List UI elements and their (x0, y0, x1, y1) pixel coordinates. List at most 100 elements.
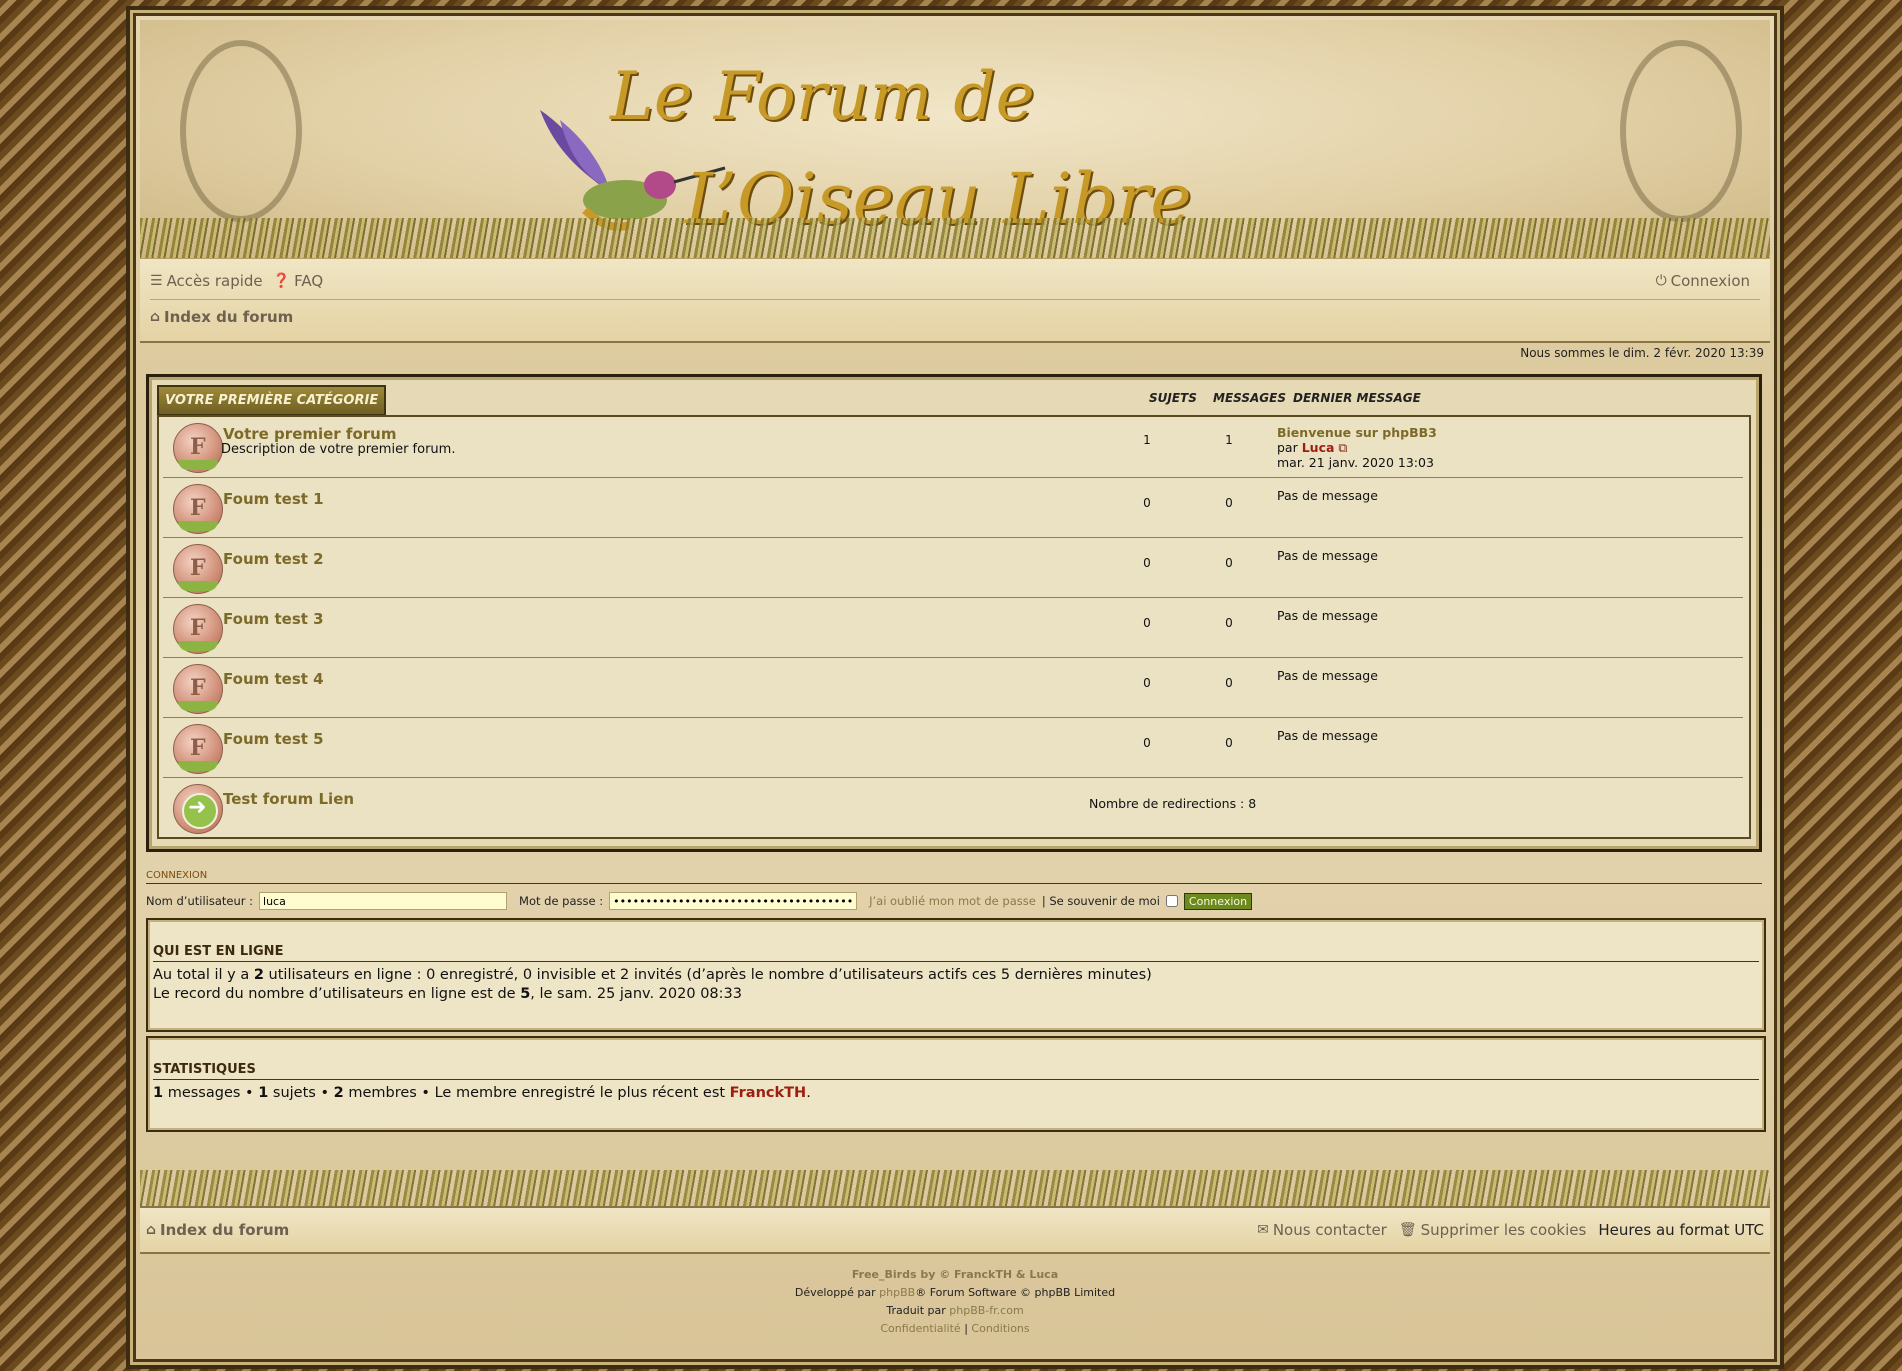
forum-posts: 0 (1225, 676, 1233, 690)
forum-posts: 0 (1225, 556, 1233, 570)
remember-me-label: | Se souvenir de moi (1041, 894, 1160, 908)
terms-link[interactable]: Conditions (971, 1322, 1029, 1335)
header-grass (140, 218, 1770, 258)
last-post-title[interactable]: Bienvenue sur phpBB3 (1277, 425, 1437, 440)
forum-read-icon (173, 544, 223, 594)
footer-index-link[interactable]: ⌂ Index du forum (146, 1221, 289, 1239)
forum-row: Foum test 1 0 0 Pas de message (163, 478, 1743, 538)
password-input[interactable] (609, 892, 858, 910)
forum-link[interactable]: Votre premier forum (223, 425, 396, 443)
forum-link[interactable]: Foum test 1 (223, 490, 324, 508)
stats-title: STATISTIQUES (153, 1062, 1759, 1080)
forum-posts: 0 (1225, 616, 1233, 630)
privacy-link[interactable]: Confidentialité (880, 1322, 960, 1335)
forum-list: Votre premier forum Description de votre… (157, 415, 1751, 839)
home-icon: ⌂ (150, 309, 161, 325)
forum-link[interactable]: Foum test 4 (223, 670, 324, 688)
trash-icon: 🗑 (1398, 1222, 1417, 1238)
statistics-panel: STATISTIQUES 1 messages • 1 sujets • 2 m… (146, 1036, 1766, 1132)
forgot-password-link[interactable]: J’ai oublié mon mot de passe (869, 894, 1036, 908)
phpbb-credit: Développé par phpBB® Forum Software © ph… (794, 1286, 1116, 1299)
category-title[interactable]: VOTRE PREMIÈRE CATÉGORIE (157, 385, 387, 416)
forum-row: Foum test 3 0 0 Pas de message (163, 598, 1743, 658)
quick-access-label: Accès rapide (166, 272, 263, 290)
last-post: Pas de message (1277, 488, 1378, 503)
last-post: Pas de message (1277, 548, 1378, 563)
last-post-by: par (1277, 440, 1298, 455)
page-frame: Le Forum de L’Oiseau Libre ☰ Accès rapid… (126, 6, 1784, 1369)
forum-topics: 0 (1143, 616, 1151, 630)
online-line2: Le record du nombre d’utilisateurs en li… (153, 986, 742, 1002)
translation-credit: Traduit par phpBB-fr.com (886, 1304, 1024, 1317)
legal-links: Confidentialité | Conditions (880, 1322, 1030, 1335)
forum-read-icon (173, 484, 223, 534)
forum-topics: 0 (1143, 556, 1151, 570)
online-title: QUI EST EN LIGNE (153, 944, 1759, 962)
col-last-post: DERNIER MESSAGE (1293, 391, 1421, 405)
newest-member-link[interactable]: FranckTH (730, 1085, 807, 1101)
forum-read-icon (173, 724, 223, 774)
login-form: CONNEXION Nom d’utilisateur : Mot de pas… (146, 870, 1762, 910)
last-post-user[interactable]: Luca (1302, 440, 1335, 455)
timezone-text: Heures au format UTC (1598, 1221, 1764, 1239)
navbar: ☰ Accès rapide ❓ FAQ ⏻ Connexion ⌂ Index… (140, 258, 1770, 343)
login-link[interactable]: ⏻ Connexion (1656, 272, 1750, 290)
username-input[interactable] (259, 892, 508, 910)
contact-link[interactable]: ✉ Nous contacter (1257, 1221, 1387, 1239)
redirect-count: Nombre de redirections : 8 (1089, 796, 1257, 811)
breadcrumb-index-label: Index du forum (164, 308, 294, 326)
menu-icon: ☰ (150, 273, 163, 289)
forum-row: Foum test 5 0 0 Pas de message (163, 718, 1743, 778)
forum-link[interactable]: Test forum Lien (223, 790, 354, 808)
forum-topics: 0 (1143, 736, 1151, 750)
view-latest-post-icon[interactable]: ⧉ (1338, 440, 1347, 455)
ornament-right (1620, 40, 1742, 222)
login-title: CONNEXION (146, 870, 1762, 884)
stats-line: 1 messages • 1 sujets • 2 membres • Le m… (153, 1085, 811, 1101)
question-icon: ❓ (272, 273, 291, 289)
forum-topics: 0 (1143, 676, 1151, 690)
breadcrumb-index[interactable]: ⌂ Index du forum (150, 308, 293, 326)
forum-description: Description de votre premier forum. (221, 442, 456, 457)
site-header: Le Forum de L’Oiseau Libre (140, 20, 1770, 258)
phpbb-fr-link[interactable]: phpBB-fr.com (949, 1304, 1023, 1317)
theme-credit: Free_Birds by © FranckTH & Luca (851, 1268, 1059, 1281)
category-box: VOTRE PREMIÈRE CATÉGORIE SUJETS MESSAGES… (146, 374, 1762, 852)
current-date: Nous sommes le dim. 2 févr. 2020 13:39 (1520, 346, 1764, 360)
forum-link-icon: ➜ (173, 784, 223, 834)
mail-icon: ✉ (1257, 1222, 1269, 1238)
forum-row: Foum test 2 0 0 Pas de message (163, 538, 1743, 598)
forum-posts: 0 (1225, 736, 1233, 750)
login-button[interactable]: Connexion (1183, 892, 1253, 910)
forum-posts: 0 (1225, 496, 1233, 510)
delete-cookies-link[interactable]: 🗑 Supprimer les cookies (1399, 1221, 1586, 1239)
forum-read-icon (173, 423, 223, 473)
forum-link[interactable]: Foum test 2 (223, 550, 324, 568)
last-post: Pas de message (1277, 728, 1378, 743)
phpbb-link[interactable]: phpBB (879, 1286, 915, 1299)
login-label: Connexion (1670, 272, 1750, 290)
forum-topics: 1 (1143, 433, 1151, 447)
remember-me-checkbox[interactable] (1165, 895, 1178, 907)
power-icon: ⏻ (1655, 273, 1667, 289)
footer-credits: Free_Birds by © FranckTH & Luca Développ… (130, 1266, 1780, 1338)
col-posts: MESSAGES (1213, 391, 1286, 405)
home-icon: ⌂ (146, 1222, 157, 1238)
logo-text-line1: Le Forum de (610, 58, 1035, 135)
ornament-left (180, 40, 302, 222)
forum-row: Foum test 4 0 0 Pas de message (163, 658, 1743, 718)
forum-link[interactable]: Foum test 3 (223, 610, 324, 628)
footer-navbar: ⌂ Index du forum ✉ Nous contacter 🗑 Supp… (140, 1206, 1770, 1254)
col-topics: SUJETS (1149, 391, 1197, 405)
footer-grass (140, 1170, 1770, 1210)
last-post-date: mar. 21 janv. 2020 13:03 (1277, 455, 1434, 470)
quick-access-menu[interactable]: ☰ Accès rapide (150, 272, 263, 290)
last-post: Pas de message (1277, 608, 1378, 623)
faq-link[interactable]: ❓ FAQ (273, 272, 324, 290)
forum-row: Votre premier forum Description de votre… (163, 417, 1743, 478)
who-is-online-panel: QUI EST EN LIGNE Au total il y a 2 utili… (146, 918, 1766, 1032)
forum-link[interactable]: Foum test 5 (223, 730, 324, 748)
forum-read-icon (173, 664, 223, 714)
forum-link-row: ➜ Test forum Lien Nombre de redirections… (163, 778, 1743, 834)
username-label: Nom d’utilisateur : (146, 894, 254, 908)
